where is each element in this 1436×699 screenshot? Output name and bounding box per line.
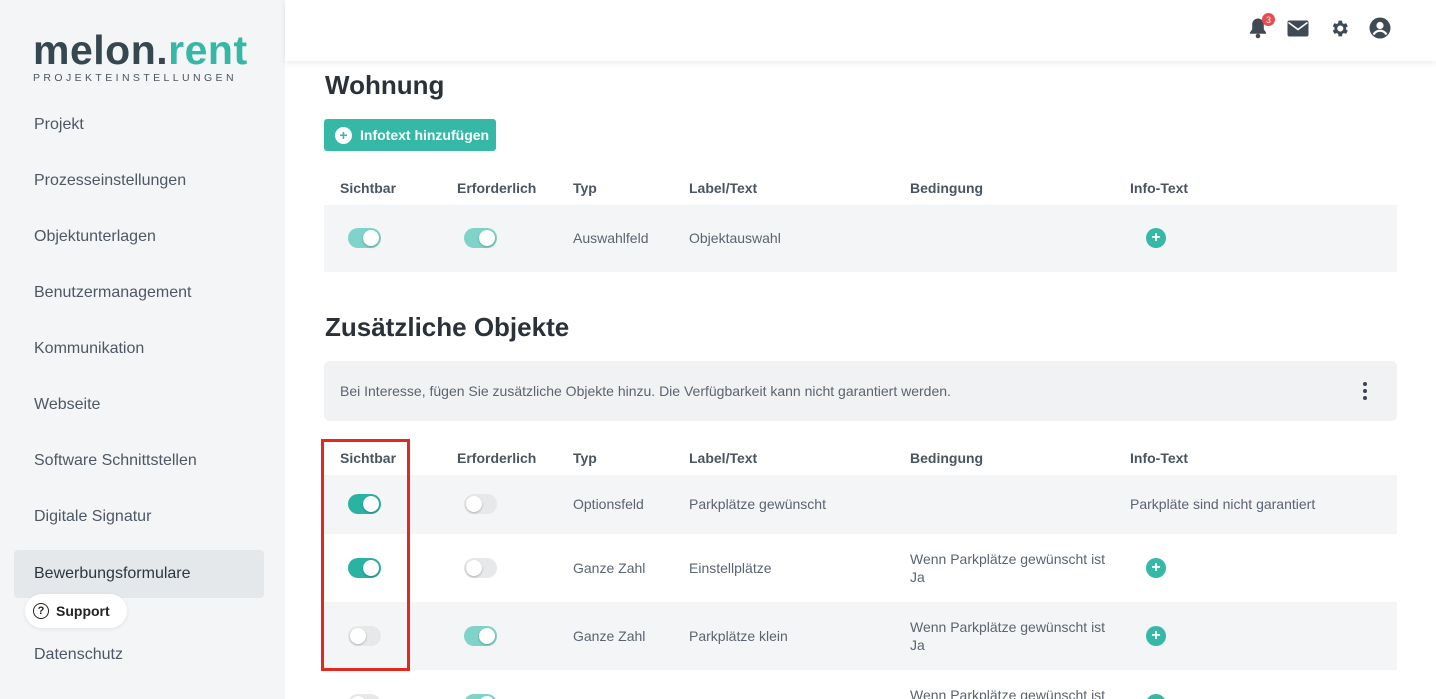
toggle-erforderlich[interactable] (464, 694, 497, 699)
cell-label: Objektauswahl (689, 230, 781, 246)
logo-accent-text: rent (168, 27, 248, 73)
column-header-typ: Typ (573, 450, 597, 466)
add-info-text-icon[interactable]: + (1146, 694, 1166, 699)
table-row: Ganze Zahl Einstellplätze Wenn Parkplätz… (324, 534, 1397, 602)
help-icon: ? (33, 603, 49, 619)
sidebar-item-label: Benutzermanagement (34, 284, 192, 301)
sidebar-item-label: Kommunikation (34, 340, 145, 357)
mail-icon[interactable] (1287, 17, 1309, 39)
toggle-knob (466, 560, 482, 576)
column-header-sichtbar: Sichtbar (340, 180, 397, 196)
cell-typ: Ganze Zahl (573, 628, 646, 644)
gear-icon[interactable] (1328, 17, 1350, 39)
section-title-wohnung: Wohnung (325, 70, 445, 100)
table-row: Ganze Zahl Parkplätze klein Wenn Parkplä… (324, 602, 1397, 670)
topbar: 3 (285, 0, 1436, 61)
add-info-text-icon[interactable]: + (1146, 558, 1166, 578)
toggle-knob (479, 230, 495, 246)
sidebar-item-label: Bewerbungsformulare (34, 565, 191, 582)
column-header-bedingung: Bedingung (910, 450, 984, 466)
column-header-typ: Typ (573, 180, 597, 196)
toggle-sichtbar[interactable] (348, 228, 381, 248)
table-row: Optionsfeld Parkplätze gewünscht Parkplä… (324, 475, 1397, 534)
add-infotext-button[interactable]: + Infotext hinzufügen (324, 119, 496, 151)
toggle-erforderlich[interactable] (464, 494, 497, 514)
add-infotext-label: Infotext hinzufügen (360, 127, 490, 143)
section-info-text: Bei Interesse, fügen Sie zusätzliche Obj… (340, 383, 951, 399)
sidebar-item-label: Datenschutz (34, 646, 123, 663)
column-header-erforderlich: Erforderlich (457, 180, 537, 196)
cell-label: Einstellplätze (689, 560, 772, 576)
sidebar-item-label: Prozesseinstellungen (34, 172, 187, 189)
sidebar-item-projekt[interactable]: Projekt (14, 101, 264, 149)
logo-wordmark: melon.rent (33, 27, 248, 73)
sidebar-item-prozesseinstellungen[interactable]: Prozesseinstellungen (14, 157, 264, 205)
toggle-knob (466, 496, 482, 512)
highlight-box (321, 439, 410, 671)
table-row: Wenn Parkplätze gewünscht ist + (324, 670, 1397, 699)
sidebar-item-label: Webseite (34, 396, 101, 413)
plus-circle-icon: + (335, 126, 352, 144)
bell-icon[interactable]: 3 (1247, 13, 1275, 39)
cell-bedingung-line1: Wenn Parkplätze gewünscht ist (910, 619, 1106, 635)
cell-label: Parkplätze gewünscht (689, 496, 826, 512)
sidebar-item-software-schnittstellen[interactable]: Software Schnittstellen (14, 437, 264, 485)
toggle-sichtbar[interactable] (348, 694, 381, 699)
sidebar-item-label: Projekt (34, 116, 84, 133)
cell-label: Parkplätze klein (689, 628, 788, 644)
cell-bedingung-line1: Wenn Parkplätze gewünscht ist (910, 687, 1106, 699)
column-header-info-text: Info-Text (1130, 180, 1189, 196)
column-header-erforderlich: Erforderlich (457, 450, 537, 466)
cell-bedingung-line2: Ja (910, 637, 925, 653)
toggle-erforderlich[interactable] (464, 558, 497, 578)
logo-subtitle: PROJEKTEINSTELLUNGEN (33, 72, 237, 84)
cell-info-text: Parkpläte sind nicht garantiert (1130, 496, 1316, 512)
toggle-knob (363, 230, 379, 246)
sidebar-item-label: Software Schnittstellen (34, 452, 197, 469)
table-row: Auswahlfeld Objektauswahl + (324, 205, 1397, 272)
support-button[interactable]: ? Support (25, 594, 127, 628)
toggle-erforderlich[interactable] (464, 626, 497, 646)
sidebar-item-webseite[interactable]: Webseite (14, 381, 264, 429)
sidebar-item-datenschutz[interactable]: Datenschutz (14, 631, 264, 679)
cell-bedingung-line1: Wenn Parkplätze gewünscht ist (910, 551, 1106, 567)
column-header-label: Label/Text (689, 180, 758, 196)
sidebar-item-bewerbungsformulare[interactable]: Bewerbungsformulare (14, 550, 264, 598)
column-header-bedingung: Bedingung (910, 180, 984, 196)
notification-badge: 3 (1262, 13, 1275, 26)
add-info-text-icon[interactable]: + (1146, 626, 1166, 646)
cell-typ: Auswahlfeld (573, 230, 649, 246)
add-info-text-icon[interactable]: + (1146, 228, 1166, 248)
sidebar: melon.rent PROJEKTEINSTELLUNGEN Projekt … (0, 0, 285, 699)
toggle-knob (479, 628, 495, 644)
cell-typ: Ganze Zahl (573, 560, 646, 576)
sidebar-item-objektunterlagen[interactable]: Objektunterlagen (14, 213, 264, 261)
section-info-box: Bei Interesse, fügen Sie zusätzliche Obj… (324, 361, 1397, 421)
support-label: Support (56, 603, 110, 619)
logo[interactable]: melon.rent PROJEKTEINSTELLUNGEN (33, 27, 248, 85)
sidebar-item-benutzermanagement[interactable]: Benutzermanagement (14, 269, 264, 317)
sidebar-item-label: Digitale Signatur (34, 508, 152, 525)
sidebar-item-digitale-signatur[interactable]: Digitale Signatur (14, 493, 264, 541)
sidebar-item-label: Objektunterlagen (34, 228, 156, 245)
sidebar-item-kommunikation[interactable]: Kommunikation (14, 325, 264, 373)
section-title-zusaetzliche-objekte: Zusätzliche Objekte (325, 312, 570, 342)
cell-typ: Optionsfeld (573, 496, 644, 512)
more-options-icon[interactable] (1361, 382, 1369, 400)
column-header-label: Label/Text (689, 450, 758, 466)
cell-bedingung-line2: Ja (910, 569, 925, 585)
logo-main-text: melon. (33, 27, 169, 73)
toggle-erforderlich[interactable] (464, 228, 497, 248)
user-icon[interactable] (1369, 17, 1391, 39)
column-header-info-text: Info-Text (1130, 450, 1189, 466)
